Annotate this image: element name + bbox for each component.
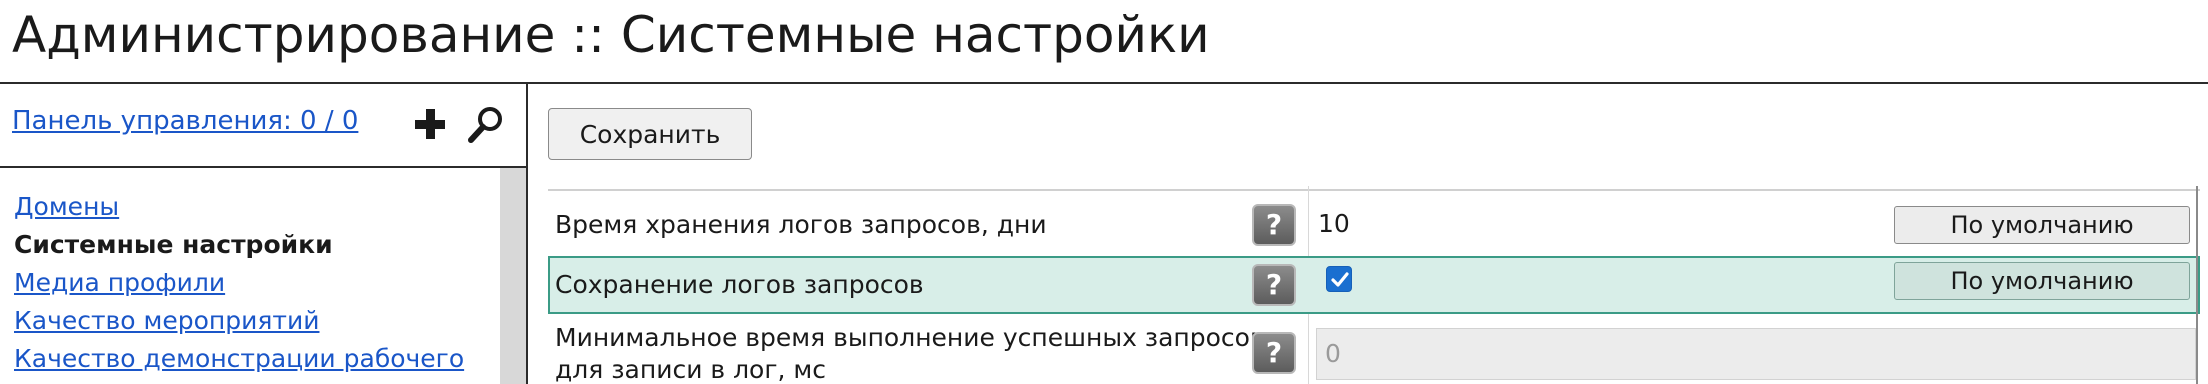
setting-label: Время хранения логов запросов, дни xyxy=(555,210,1047,239)
checkmark-icon xyxy=(1331,272,1349,287)
page-title: Администрирование :: Системные настройки xyxy=(12,6,1210,64)
default-button[interactable]: По умолчанию xyxy=(1894,262,2190,300)
setting-label: Сохранение логов запросов xyxy=(555,270,924,299)
setting-row-log-retention: Время хранения логов запросов, дни ? 10 … xyxy=(548,196,2200,254)
table-top-border xyxy=(548,189,2200,191)
help-icon[interactable]: ? xyxy=(1252,264,1296,306)
sidebar-item-domains[interactable]: Домены xyxy=(14,190,119,224)
search-icon[interactable] xyxy=(466,104,506,144)
sidebar-item-media-profiles[interactable]: Медиа профили xyxy=(14,266,225,300)
sidebar-item-event-quality[interactable]: Качество мероприятий xyxy=(14,304,319,338)
settings-table: Время хранения логов запросов, дни ? 10 … xyxy=(548,186,2200,384)
sidebar-item-system-settings[interactable]: Системные настройки xyxy=(14,228,333,262)
setting-row-save-logs: Сохранение логов запросов ? По умолчанию xyxy=(548,256,2200,314)
min-exec-time-input: 0 xyxy=(1316,328,2196,380)
sidebar-nav: Домены Системные настройки Медиа профили… xyxy=(0,168,500,384)
setting-label: Минимальное время выполнение успешных за… xyxy=(555,322,1265,384)
help-icon[interactable]: ? xyxy=(1252,204,1296,246)
plus-icon[interactable] xyxy=(410,104,450,144)
setting-value[interactable]: 10 xyxy=(1318,207,1350,241)
save-logs-checkbox[interactable] xyxy=(1326,266,1352,292)
sidebar: Панель управления: 0 / 0 Домены Системны… xyxy=(0,84,526,384)
help-icon[interactable]: ? xyxy=(1252,332,1296,374)
setting-label-line: Минимальное время выполнение успешных за… xyxy=(555,323,1265,352)
default-button[interactable]: По умолчанию xyxy=(1894,206,2190,244)
sidebar-item-desktop-demo-quality[interactable]: Качество демонстрации рабочего xyxy=(14,342,464,376)
table-right-border xyxy=(2196,186,2198,384)
setting-row-min-exec-time: Минимальное время выполнение успешных за… xyxy=(548,320,2200,384)
sidebar-divider xyxy=(526,84,528,384)
sidebar-scrollbar[interactable] xyxy=(500,168,526,384)
save-button[interactable]: Сохранить xyxy=(548,108,752,160)
control-panel-link[interactable]: Панель управления: 0 / 0 xyxy=(12,106,358,136)
setting-label-line: для записи в лог, мс xyxy=(555,355,826,384)
sidebar-header: Панель управления: 0 / 0 xyxy=(0,84,526,168)
